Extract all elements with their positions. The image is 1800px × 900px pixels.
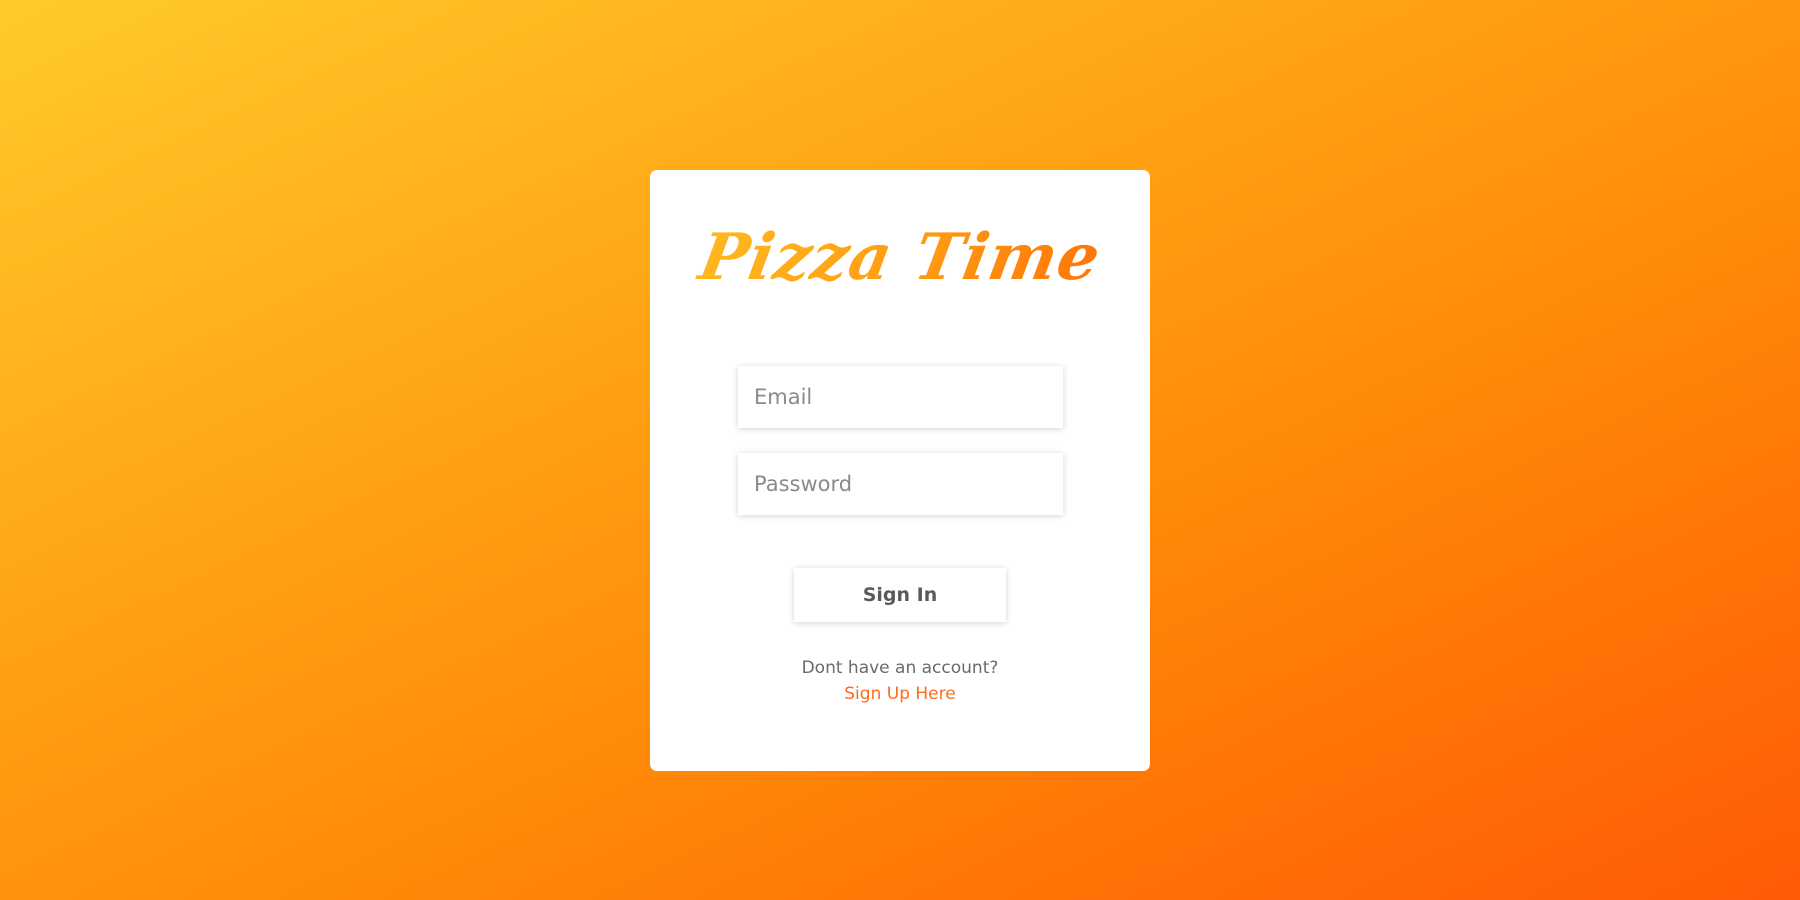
sign-in-button[interactable]: Sign In — [794, 568, 1006, 622]
login-card: Pizza Time Sign In Dont have an account?… — [650, 170, 1150, 771]
sign-up-link[interactable]: Sign Up Here — [844, 684, 955, 704]
signup-link-container: Sign Up Here — [650, 684, 1150, 704]
password-field[interactable] — [738, 453, 1063, 515]
brand-logo: Pizza Time — [641, 208, 1159, 308]
email-field[interactable] — [738, 366, 1063, 428]
no-account-prompt: Dont have an account? — [801, 658, 999, 678]
